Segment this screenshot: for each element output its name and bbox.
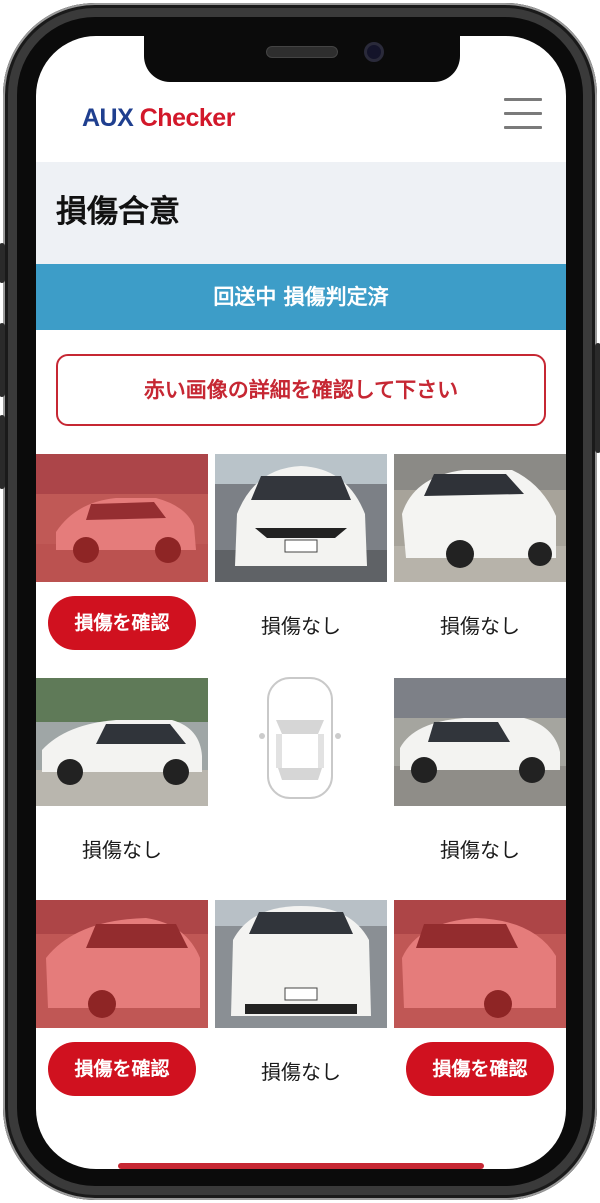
front-camera (364, 42, 384, 62)
photo-cell-front-right: 損傷なし (394, 454, 566, 638)
car-photo[interactable] (394, 454, 566, 582)
no-damage-label: 損傷なし (440, 614, 520, 638)
no-damage-label: 損傷なし (261, 614, 341, 638)
car-photo[interactable] (36, 900, 208, 1028)
speaker-grille (266, 46, 338, 58)
confirm-damage-button[interactable]: 損傷を確認 (48, 1042, 196, 1096)
photo-cell-front-left: 損傷を確認 (36, 454, 208, 650)
photo-cell-right: 損傷なし (394, 678, 566, 862)
no-damage-label: 損傷なし (440, 838, 520, 862)
mute-switch (0, 243, 5, 283)
logo-aux: AUX (82, 104, 134, 132)
photo-cell-front: 損傷なし (215, 454, 387, 638)
car-position-diagram-icon (259, 677, 341, 799)
damage-overlay (394, 900, 566, 1028)
damage-overlay (36, 900, 208, 1028)
car-photo[interactable] (36, 454, 208, 582)
car-photo-image (394, 454, 566, 582)
car-photo[interactable] (394, 900, 566, 1028)
app-screen: AUX Checker 損傷合意 回送中 損傷判定済 赤い画像の詳細を確認して下… (36, 36, 566, 1169)
confirm-damage-button[interactable]: 損傷を確認 (406, 1042, 554, 1096)
car-photo-image (36, 678, 208, 806)
notch (144, 36, 460, 82)
hamburger-menu-icon[interactable] (504, 98, 542, 132)
no-damage-label: 損傷なし (261, 1060, 341, 1084)
confirm-damage-button[interactable]: 損傷を確認 (48, 596, 196, 650)
page-title: 損傷合意 (56, 194, 180, 230)
logo-checker: Checker (139, 104, 236, 132)
status-banner: 回送中 損傷判定済 (36, 264, 566, 330)
title-band: 損傷合意 (36, 162, 566, 264)
car-photo-image (215, 900, 387, 1028)
photo-cell-rear-left: 損傷を確認 (36, 900, 208, 1096)
power-button (595, 343, 600, 453)
car-photo-image (215, 454, 387, 582)
no-damage-label: 損傷なし (82, 838, 162, 862)
photo-cell-rear: 損傷なし (215, 900, 387, 1084)
car-photo[interactable] (215, 900, 387, 1028)
notice-box: 赤い画像の詳細を確認して下さい (56, 354, 546, 426)
car-photo[interactable] (215, 454, 387, 582)
damage-overlay (36, 454, 208, 582)
photo-cell-rear-right: 損傷を確認 (394, 900, 566, 1096)
next-section-edge (118, 1163, 484, 1169)
car-photo[interactable] (394, 678, 566, 806)
volume-up-button (0, 323, 5, 397)
aux-checker-logo[interactable]: AUX Checker (82, 104, 235, 133)
volume-down-button (0, 415, 5, 489)
app-header: AUX Checker (36, 84, 566, 162)
car-photo-image (394, 678, 566, 806)
photo-cell-left: 損傷なし (36, 678, 208, 862)
car-photo[interactable] (36, 678, 208, 806)
